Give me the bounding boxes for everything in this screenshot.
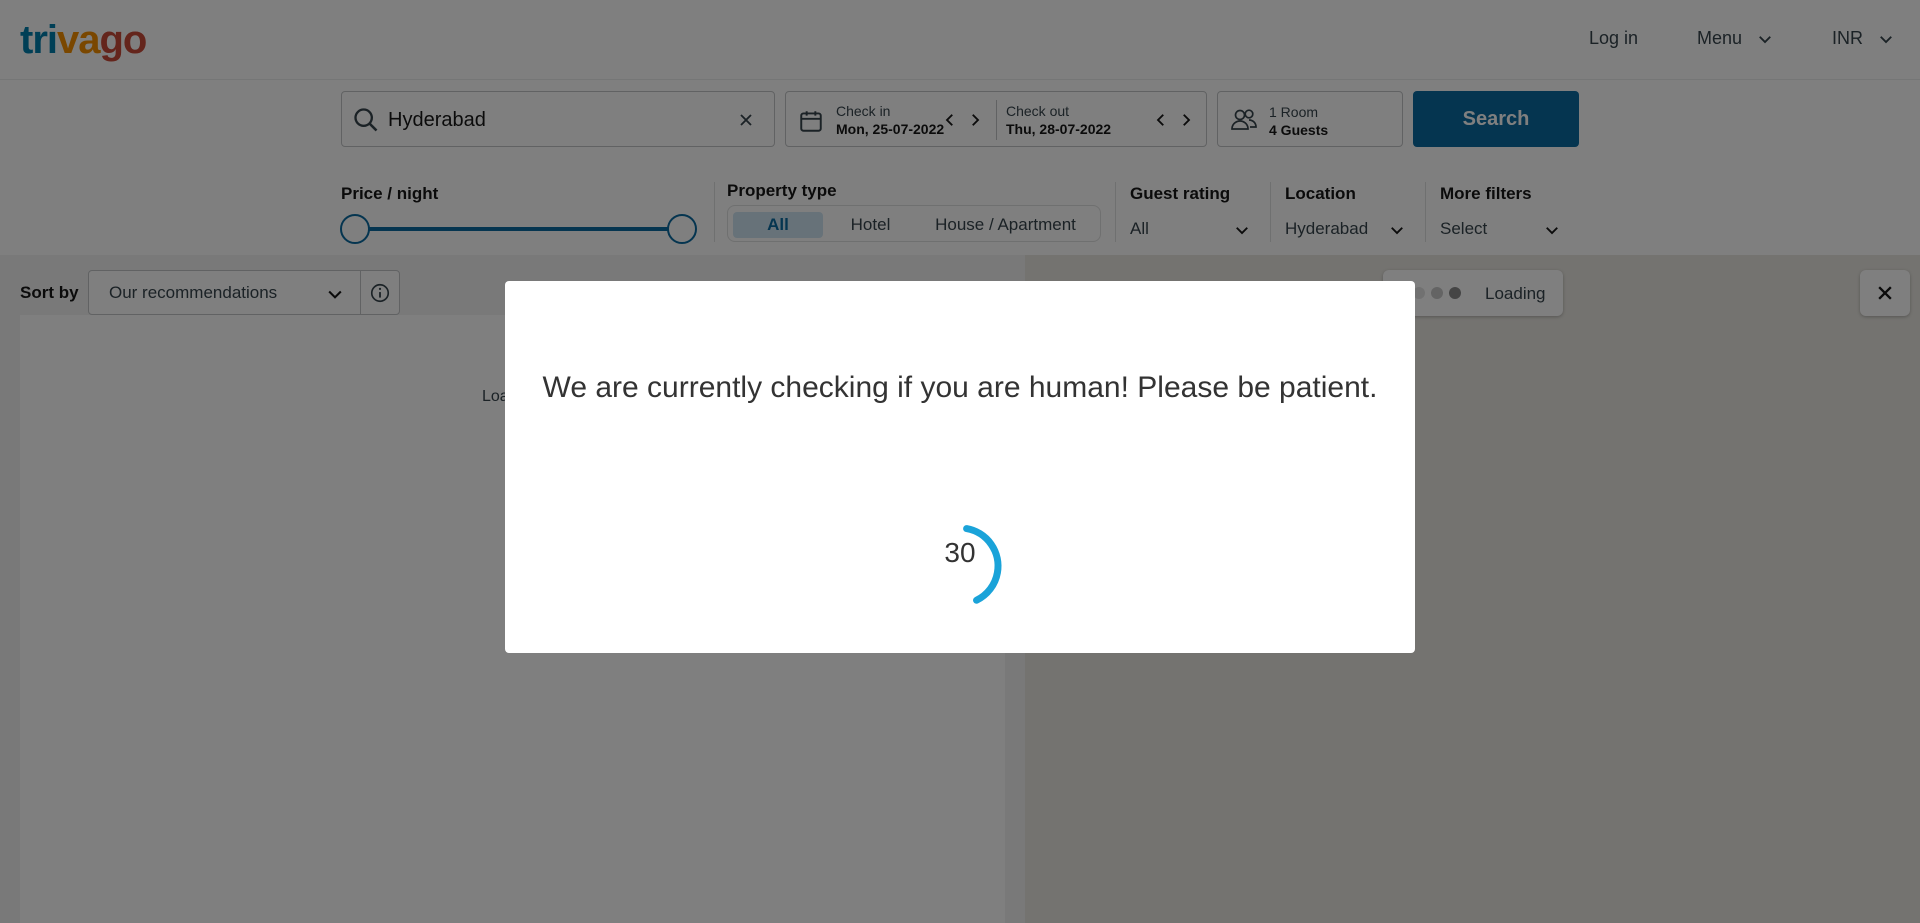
human-check-message: We are currently checking if you are hum… xyxy=(542,371,1378,404)
countdown-number: 30 xyxy=(944,537,976,568)
human-check-dialog: We are currently checking if you are hum… xyxy=(505,281,1415,653)
